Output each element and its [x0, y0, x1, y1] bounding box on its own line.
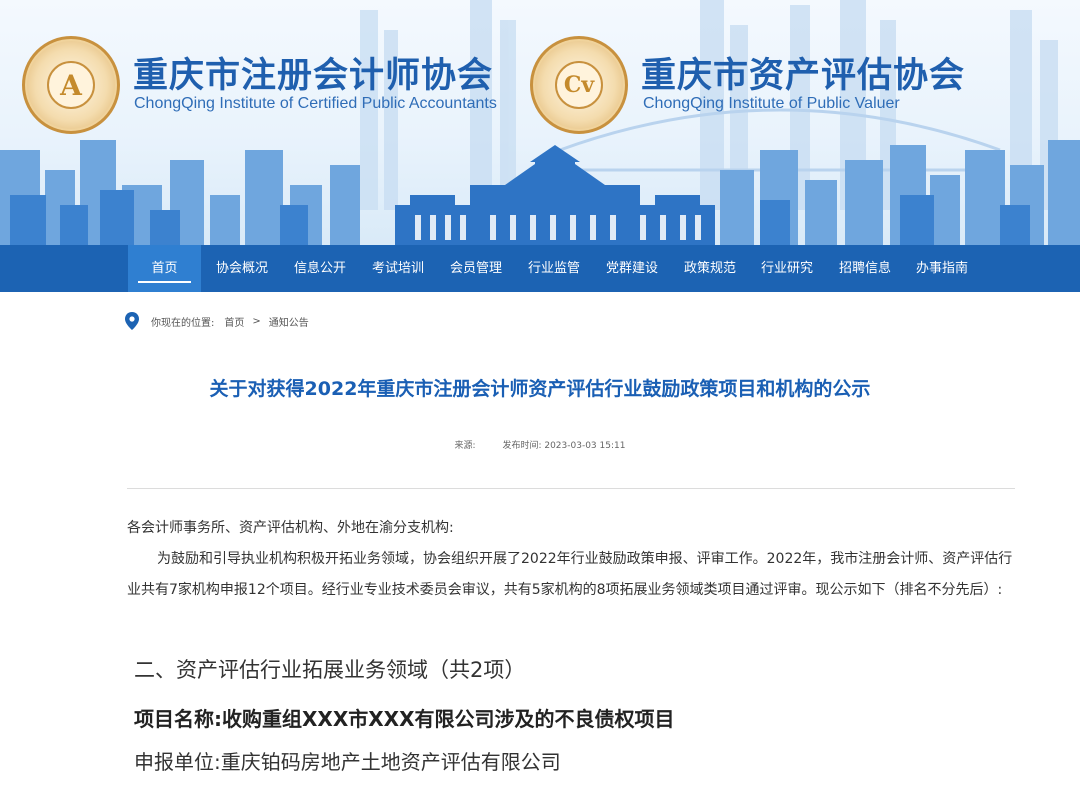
project-name: 项目名称:收购重组XXX市XXX有限公司涉及的不良债权项目	[134, 707, 675, 731]
cpa-seal-letter: A	[47, 61, 95, 109]
article-divider	[127, 488, 1015, 489]
nav-item-research[interactable]: 行业研究	[761, 245, 813, 292]
city-skyline-illustration	[0, 0, 1080, 245]
nav-item-home[interactable]: 首页	[128, 245, 201, 292]
nav-item-guide[interactable]: 办事指南	[916, 245, 968, 292]
breadcrumb: 你现在的位置: 首页 > 通知公告	[125, 312, 309, 330]
cpa-seal-icon: A	[22, 36, 120, 134]
location-pin-icon	[125, 312, 139, 330]
cpa-org-english-name: ChongQing Institute of Certified Public …	[134, 95, 497, 112]
nav-item-exam-training[interactable]: 考试培训	[372, 245, 424, 292]
nav-item-policy[interactable]: 政策规范	[684, 245, 736, 292]
nav-item-member-management[interactable]: 会员管理	[450, 245, 502, 292]
valuer-seal-letter: Cv	[555, 61, 603, 109]
nav-item-about[interactable]: 协会概况	[216, 245, 268, 292]
article-source-label: 来源:	[454, 441, 476, 451]
breadcrumb-separator: >	[252, 315, 261, 327]
nav-item-info-disclosure[interactable]: 信息公开	[294, 245, 346, 292]
article-meta: 来源: 发布时间: 2023-03-03 15:11	[0, 438, 1080, 451]
section-heading: 二、资产评估行业拓展业务领域（共2项）	[134, 658, 526, 682]
nav-item-recruitment[interactable]: 招聘信息	[839, 245, 891, 292]
valuer-org-name: 重庆市资产评估协会	[641, 56, 966, 96]
header-banner: A 重庆市注册会计师协会 ChongQing Institute of Cert…	[0, 0, 1080, 245]
article-time: 2023-03-03 15:11	[544, 441, 626, 451]
article-time-label: 发布时间:	[502, 441, 542, 451]
article-salutation: 各会计师事务所、资产评估机构、外地在渝分支机构:	[127, 520, 454, 536]
cpa-org-name: 重庆市注册会计师协会	[133, 56, 494, 96]
breadcrumb-label: 你现在的位置:	[151, 317, 215, 329]
applicant-unit: 申报单位:重庆铂码房地产土地资产评估有限公司	[134, 750, 561, 774]
nav-item-party-building[interactable]: 党群建设	[606, 245, 658, 292]
article-title: 关于对获得2022年重庆市注册会计师资产评估行业鼓励政策项目和机构的公示	[209, 378, 871, 400]
breadcrumb-current-link[interactable]: 通知公告	[269, 314, 309, 329]
valuer-org-english-name: ChongQing Institute of Public Valuer	[643, 95, 900, 112]
valuer-seal-icon: Cv	[530, 36, 628, 134]
nav-item-industry-supervision[interactable]: 行业监管	[528, 245, 580, 292]
breadcrumb-home-link[interactable]: 首页	[224, 314, 244, 329]
article-body-paragraph: 为鼓励和引导执业机构积极开拓业务领域，协会组织开展了2022年行业鼓励政策申报、…	[127, 551, 1013, 598]
article-time-group: 发布时间: 2023-03-03 15:11	[502, 441, 625, 451]
main-nav: 首页 协会概况 信息公开 考试培训 会员管理 行业监管 党群建设 政策规范 行业…	[0, 245, 1080, 292]
